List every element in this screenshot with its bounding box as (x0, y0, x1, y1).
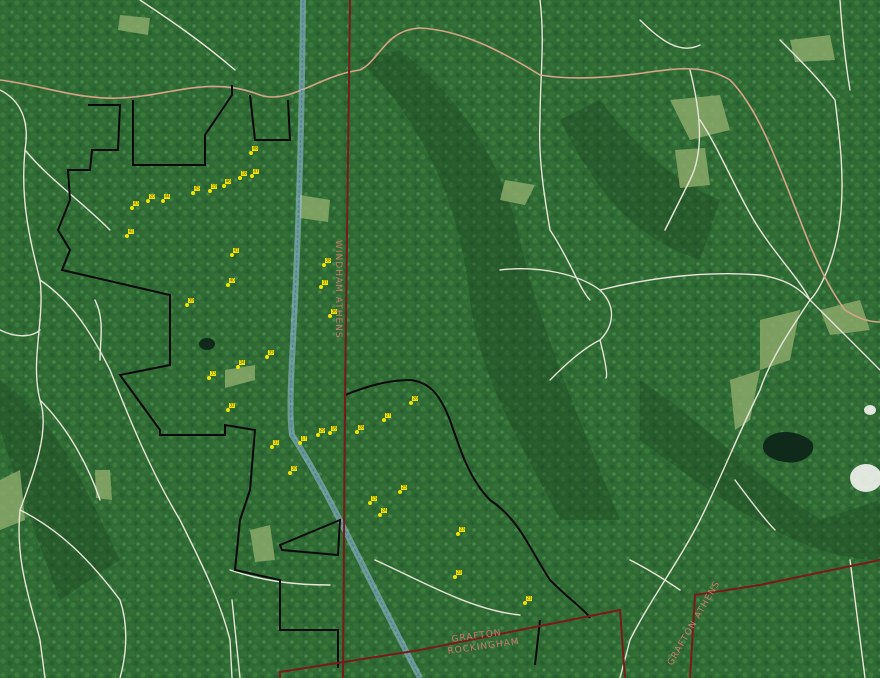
marker-dot (368, 501, 372, 505)
marker-dot (322, 263, 326, 267)
marker-label: 40 (230, 278, 236, 283)
marker-dot (355, 430, 359, 434)
marker-label: 33 (211, 371, 217, 376)
marker-dot (226, 408, 230, 412)
marker-label: 43 (134, 201, 140, 206)
marker-label: 26 (413, 396, 419, 401)
marker-label: 39 (189, 298, 195, 303)
marker-label: 44 (165, 194, 171, 199)
marker-dot (378, 513, 382, 517)
marker-label: 31 (274, 440, 280, 445)
marker-dot (270, 445, 274, 449)
marker-label: 35 (269, 350, 275, 355)
marker-label: 23 (460, 527, 466, 532)
marker-label: 24 (382, 508, 388, 513)
marker-dot (185, 303, 189, 307)
marker-dot (249, 151, 253, 155)
marker-dot (236, 365, 240, 369)
marker-dot (226, 283, 230, 287)
marker-label: 29 (320, 428, 326, 433)
aerial-map[interactable]: WINDHAM ATHENS GRAFTON ROCKINGHAM GRAFTO… (0, 0, 880, 678)
marker-label: 38 (326, 258, 332, 263)
marker-dot (161, 199, 165, 203)
marker-label: 41 (234, 248, 240, 253)
marker-label: 19 (212, 184, 218, 189)
marker-label: 46 (226, 179, 232, 184)
marker-dot (265, 355, 269, 359)
marker-label: 15 (372, 496, 378, 501)
marker-dot (238, 176, 242, 180)
marker-label: 20 (150, 194, 156, 199)
marker-dot (207, 376, 211, 380)
marker-dot (208, 189, 212, 193)
marker-label: 17 (302, 436, 308, 441)
marker-dot (409, 401, 413, 405)
marker-dot (250, 174, 254, 178)
marker-dot (328, 314, 332, 318)
marker-dot (222, 184, 226, 188)
marker-label: 16 (332, 426, 338, 431)
marker-dot (191, 191, 195, 195)
marker-label: 45 (195, 186, 201, 191)
marker-dot (146, 199, 150, 203)
marker-label: 27 (386, 413, 392, 418)
marker-label: 28 (359, 425, 365, 430)
marker-label: 30 (292, 466, 298, 471)
marker-dot (298, 441, 302, 445)
marker-label: 25 (402, 485, 408, 490)
marker-dot (382, 418, 386, 422)
marker-dot (230, 253, 234, 257)
marker-label: 32 (230, 403, 236, 408)
marker-dot (456, 532, 460, 536)
marker-dot (328, 431, 332, 435)
marker-label: 48 (253, 146, 259, 151)
town-label-vertical: WINDHAM ATHENS (333, 240, 343, 339)
marker-dot (398, 490, 402, 494)
marker-dot (523, 601, 527, 605)
marker-label: 22 (457, 570, 463, 575)
marker-label: 34 (240, 360, 246, 365)
marker-label: 37 (323, 280, 329, 285)
marker-dot (319, 285, 323, 289)
marker-dot (288, 471, 292, 475)
marker-dot (453, 575, 457, 579)
marker-label: 21 (527, 596, 533, 601)
marker-dot (316, 433, 320, 437)
marker-label: 47 (254, 169, 260, 174)
marker-label: 42 (129, 229, 135, 234)
marker-dot (130, 206, 134, 210)
marker-dot (125, 234, 129, 238)
marker-label: 36 (332, 309, 338, 314)
marker-label: 18 (242, 171, 248, 176)
